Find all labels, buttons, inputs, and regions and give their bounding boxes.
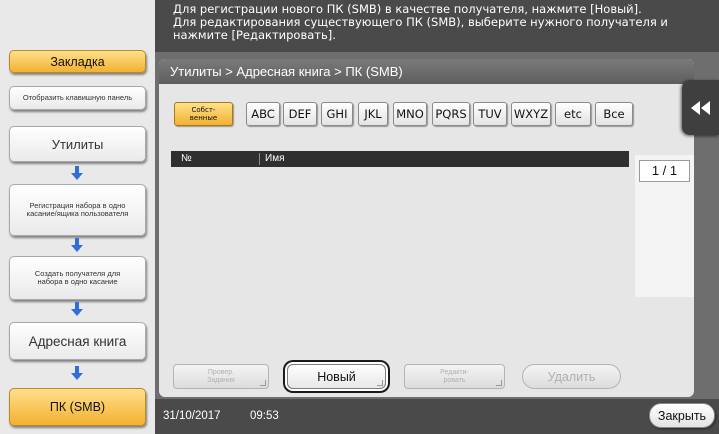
tab-pqrs[interactable]: PQRS: [432, 102, 470, 126]
status-date: 31/10/2017: [163, 410, 221, 422]
tab-def[interactable]: DEF: [283, 102, 317, 126]
bookmark-button[interactable]: Закладка: [9, 50, 146, 73]
show-keypad-label: Отобразить клавишную панель: [22, 93, 133, 102]
tab-etc[interactable]: etc: [555, 102, 591, 126]
tab-jkl[interactable]: JKL: [358, 102, 388, 126]
status-time: 09:53: [250, 410, 279, 422]
tab-jkl-label: JKL: [364, 107, 382, 121]
address-book-label: Адресная книга: [28, 333, 127, 349]
create-one-touch-label: Создать получателя для набора в одно кас…: [34, 269, 121, 286]
sidebar-item-pc-smb[interactable]: ПК (SMB): [9, 388, 146, 426]
column-divider: [259, 153, 260, 165]
tab-all[interactable]: Все: [595, 102, 633, 126]
down-arrow-icon: [71, 238, 83, 252]
main-area: Утилиты > Адресная книга > ПК (SMB) Собс…: [155, 52, 719, 399]
list-header: № Имя: [171, 151, 629, 167]
tab-own[interactable]: Собст- венные: [174, 102, 233, 126]
address-book-panel: Утилиты > Адресная книга > ПК (SMB) Собс…: [159, 59, 694, 397]
breadcrumb: Утилиты > Адресная книга > ПК (SMB): [159, 59, 694, 84]
edit-label: Редакти- ровать: [440, 368, 469, 384]
instruction-message: Для регистрации нового ПК (SMB) в качест…: [155, 0, 719, 52]
down-arrow-icon: [71, 166, 83, 180]
tab-def-label: DEF: [288, 107, 312, 121]
tab-abc[interactable]: ABC: [246, 102, 280, 126]
tab-mno-label: MNO: [396, 107, 424, 121]
register-one-touch-label: Регистрация набора в одно касание/ящика …: [26, 201, 129, 218]
tab-pqrs-label: PQRS: [435, 107, 467, 121]
bookmark-label: Закладка: [50, 54, 105, 69]
tab-etc-label: etc: [564, 107, 582, 121]
new-button[interactable]: Новый: [287, 364, 386, 389]
corner-mark: [377, 380, 383, 386]
check-job-label: Провер. Задания: [207, 368, 235, 384]
tab-tuv[interactable]: TUV: [473, 102, 507, 126]
tab-mno[interactable]: MNO: [393, 102, 427, 126]
status-bar: 31/10/2017 09:53 Закрыть: [155, 399, 719, 434]
delete-label: Удалить: [547, 369, 596, 384]
close-button[interactable]: Закрыть: [649, 403, 715, 428]
instruction-line-3: нажмите [Редактировать].: [173, 28, 336, 42]
double-chevron-left-icon: [690, 100, 710, 115]
column-name: Имя: [265, 153, 285, 164]
delete-button[interactable]: Удалить: [522, 364, 621, 389]
utilities-label: Утилиты: [51, 136, 104, 152]
tab-wxyz-label: WXYZ: [513, 107, 549, 121]
corner-mark: [496, 380, 502, 386]
sidebar: Закладка Отобразить клавишную панель Ути…: [0, 0, 155, 434]
tab-own-label: Собст- венные: [189, 106, 218, 122]
new-label: Новый: [317, 369, 356, 384]
sidebar-item-utilities[interactable]: Утилиты: [9, 126, 146, 162]
sidebar-item-register-one-touch[interactable]: Регистрация набора в одно касание/ящика …: [9, 184, 146, 236]
tab-tuv-label: TUV: [478, 107, 502, 121]
page-indicator-area: 1 / 1: [635, 155, 694, 297]
page-indicator: 1 / 1: [639, 160, 690, 182]
column-number: №: [181, 153, 192, 164]
close-label: Закрыть: [657, 408, 707, 423]
show-keypad-button[interactable]: Отобразить клавишную панель: [9, 86, 146, 110]
sidebar-item-create-one-touch[interactable]: Создать получателя для набора в одно кас…: [9, 256, 146, 300]
check-job-button[interactable]: Провер. Задания: [173, 364, 269, 389]
tab-ghi[interactable]: GHI: [321, 102, 353, 126]
sidebar-item-address-book[interactable]: Адресная книга: [9, 322, 146, 360]
pc-smb-label: ПК (SMB): [49, 400, 106, 414]
destination-list: № Имя: [171, 151, 629, 357]
edit-button[interactable]: Редакти- ровать: [404, 364, 505, 389]
tab-wxyz[interactable]: WXYZ: [511, 102, 551, 126]
tab-abc-label: ABC: [251, 107, 275, 121]
down-arrow-icon: [71, 302, 83, 316]
tab-ghi-label: GHI: [326, 107, 348, 121]
tab-all-label: Все: [603, 107, 625, 121]
corner-mark: [260, 380, 266, 386]
collapse-panel-button[interactable]: [682, 80, 719, 135]
down-arrow-icon: [71, 366, 83, 380]
